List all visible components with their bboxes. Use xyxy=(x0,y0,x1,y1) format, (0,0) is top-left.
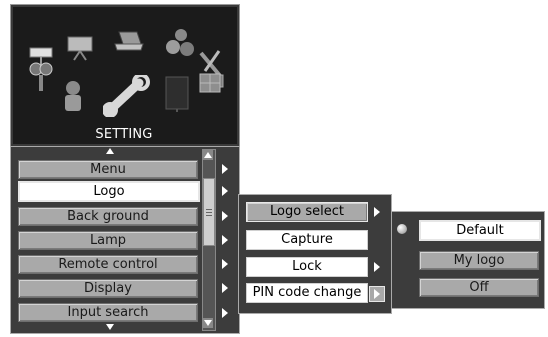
scroll-down-button[interactable] xyxy=(203,318,213,328)
panel-icon xyxy=(165,76,189,112)
option-off[interactable]: Off xyxy=(419,278,539,297)
menu-item-menu-arrow-icon xyxy=(222,164,228,174)
projection-screen-icon xyxy=(67,36,93,61)
grid-icon xyxy=(199,73,221,93)
menu-item-lamp[interactable]: Lamp xyxy=(18,231,198,250)
scroll-thumb[interactable] xyxy=(203,178,215,246)
list-scroll-down-indicator[interactable] xyxy=(106,324,114,330)
key-icon xyxy=(29,62,53,91)
scroll-up-button[interactable] xyxy=(203,150,213,160)
setting-header-panel xyxy=(10,4,240,147)
submenu-item-capture[interactable]: Capture xyxy=(246,230,368,250)
menu-item-background-arrow-icon xyxy=(222,211,228,221)
color-balls-icon xyxy=(166,29,194,56)
menu-item-input-search-arrow-icon xyxy=(222,308,228,318)
menu-item-input-search[interactable]: Input search xyxy=(18,303,198,322)
submenu-item-lock[interactable]: Lock xyxy=(246,257,368,277)
menu-item-display[interactable]: Display xyxy=(18,279,198,298)
option-default[interactable]: Default xyxy=(419,220,541,241)
submenu-item-pin-code-change[interactable]: PIN code change xyxy=(246,283,368,303)
option-my-logo[interactable]: My logo xyxy=(419,251,539,270)
laptop-icon xyxy=(114,31,144,51)
menu-item-lamp-arrow-icon xyxy=(222,235,228,245)
selected-radio-icon xyxy=(397,224,407,234)
pin-code-change-button[interactable] xyxy=(369,286,385,302)
menu-item-remote-control-arrow-icon xyxy=(222,259,228,269)
menu-item-menu[interactable]: Menu xyxy=(18,160,198,179)
page-title: SETTING xyxy=(95,127,153,142)
pin-arrow-icon xyxy=(374,289,380,299)
menu-item-background[interactable]: Back ground xyxy=(18,207,198,226)
menu-item-logo[interactable]: Logo xyxy=(18,181,200,202)
wrench-icon xyxy=(103,75,150,117)
scroll-down-arrow-icon xyxy=(204,320,212,326)
menu-item-logo-arrow-icon xyxy=(222,186,228,196)
submenu-item-logo-select[interactable]: Logo select xyxy=(246,202,368,222)
lock-arrow-icon xyxy=(374,262,380,272)
menu-item-display-arrow-icon xyxy=(222,283,228,293)
menu-item-remote-control[interactable]: Remote control xyxy=(18,255,198,274)
person-icon xyxy=(65,81,81,111)
logo-select-arrow-icon xyxy=(374,207,380,217)
list-scroll-up-indicator[interactable] xyxy=(106,148,114,154)
scroll-up-arrow-icon xyxy=(204,152,212,158)
